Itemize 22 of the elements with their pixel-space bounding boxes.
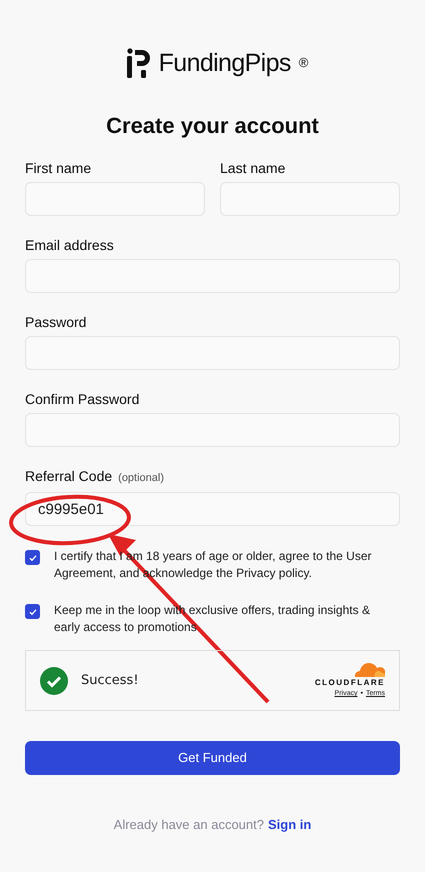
logo-icon <box>126 48 151 80</box>
field-label: Referral Code <box>25 468 112 484</box>
logo-text: FundingPips <box>158 48 291 79</box>
submit-button[interactable]: Get Funded <box>25 741 400 775</box>
cloudflare-brand: CLOUDFLARE <box>314 677 385 690</box>
optional-note: (optional) <box>118 470 164 486</box>
field-label: First name <box>25 160 92 176</box>
captcha-status: Success! <box>81 672 139 690</box>
checkbox[interactable] <box>25 604 40 619</box>
field-label: Last name <box>220 160 286 176</box>
field-label: Confirm Password <box>25 390 140 406</box>
field-label: Email address <box>25 236 114 252</box>
field-label: Password <box>25 314 86 330</box>
footer-text: Already have an account? <box>114 816 264 834</box>
input-field[interactable]: c9995e01 <box>25 492 400 526</box>
check-icon <box>28 552 38 562</box>
success-check-icon <box>40 666 68 694</box>
sign-in-link[interactable]: Sign in <box>268 815 312 834</box>
registered-mark: ® <box>298 54 308 72</box>
page-title: Create your account <box>105 112 320 140</box>
checkbox[interactable] <box>25 550 40 565</box>
check-icon <box>28 606 38 616</box>
